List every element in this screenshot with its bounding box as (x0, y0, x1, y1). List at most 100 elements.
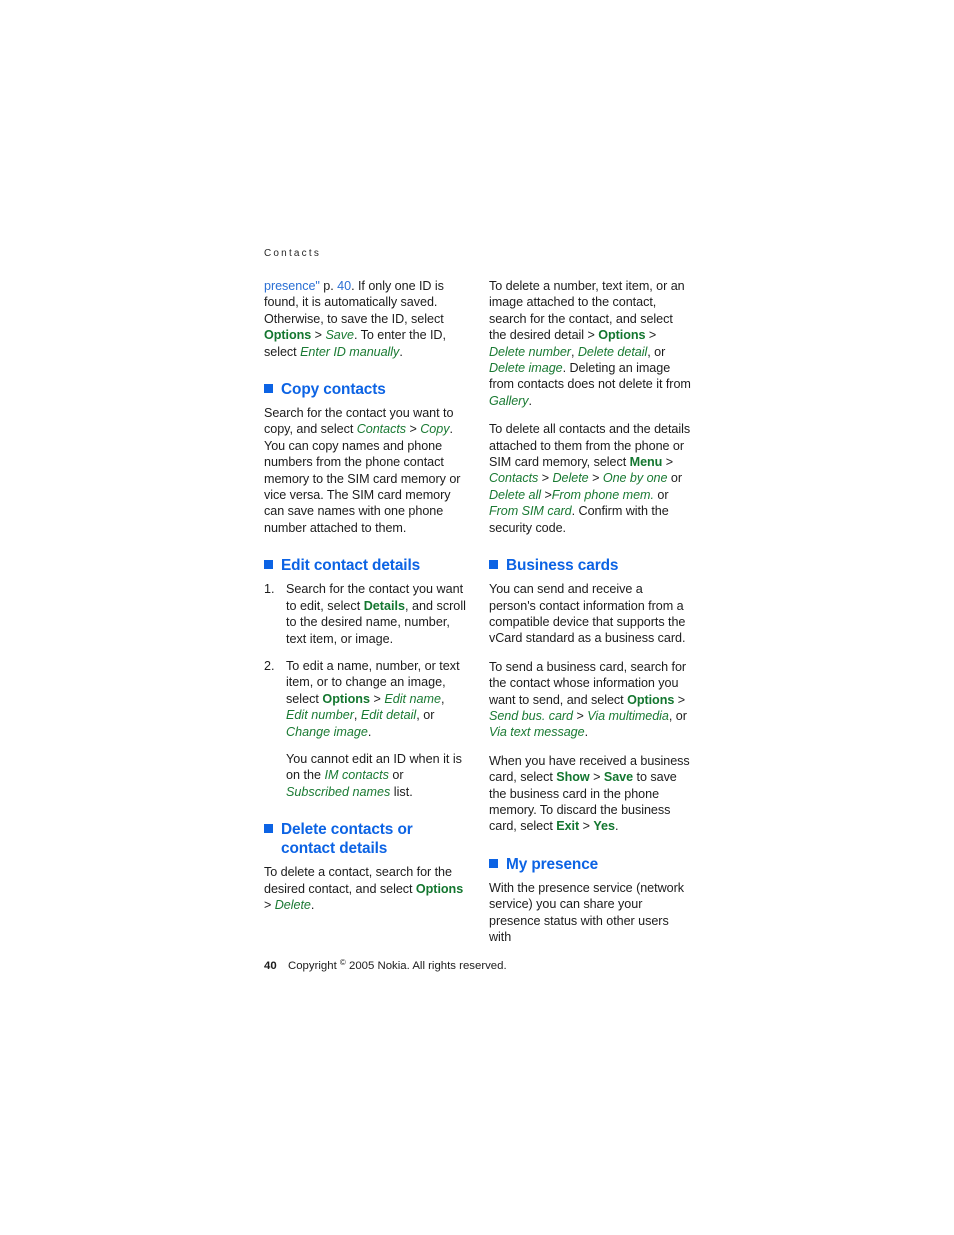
ui-options: Options (627, 692, 675, 707)
square-bullet-icon (489, 858, 498, 868)
square-bullet-icon (264, 384, 273, 394)
ui-change-image: Change image (286, 724, 368, 739)
sep-or-3: , or (668, 708, 687, 723)
ui-exit: Exit (556, 819, 580, 834)
page-number: 40 (264, 960, 277, 972)
heading-copy-contacts-label: Copy contacts (281, 381, 386, 399)
delete-detail-text-end: . (528, 393, 533, 408)
ui-from-sim-card: From SIM card (489, 504, 572, 519)
ui-show: Show (556, 770, 590, 785)
ui-details: Details (363, 598, 406, 613)
heading-edit-contact-details: Edit contact details (264, 556, 467, 575)
copy-text-2: . You can copy names and phone numbers f… (264, 422, 461, 535)
sep-gt-10: > (674, 692, 686, 707)
presence-link[interactable]: presence" (264, 279, 320, 293)
ui-edit-number: Edit number (286, 708, 354, 723)
heading-business-cards-label: Business cards (506, 557, 619, 575)
ui-yes: Yes (593, 819, 615, 834)
page-ref-link[interactable]: 40 (337, 279, 351, 293)
ui-contacts: Contacts (489, 471, 539, 486)
bc-text-end: . (584, 725, 589, 740)
intro-text-end: . (399, 344, 403, 359)
ui-from-phone-mem: From phone mem. (551, 487, 654, 502)
heading-business-cards: Business cards (489, 556, 692, 575)
sep-comma-1: , (441, 691, 445, 706)
delete-all-paragraph: To delete all contacts and the details a… (489, 421, 692, 536)
ui-copy: Copy (420, 422, 450, 437)
ui-menu: Menu (629, 455, 663, 470)
heading-delete-contacts: Delete contacts or contact details (264, 820, 467, 858)
edit-steps-list: Search for the contact you want to edit,… (264, 581, 467, 800)
copyright-suffix: 2005 Nokia. All rights reserved. (345, 960, 507, 972)
ui-delete-detail: Delete detail (577, 344, 648, 359)
delete-contact-paragraph: To delete a contact, search for the desi… (264, 864, 467, 913)
sep-gt-13: > (579, 819, 594, 834)
ui-delete-all: Delete all (489, 487, 542, 502)
step2-note-text-2: or (388, 768, 404, 783)
ui-delete: Delete (274, 897, 311, 912)
list-item: Search for the contact you want to edit,… (264, 581, 467, 647)
heading-edit-contact-details-label: Edit contact details (281, 557, 421, 575)
heading-my-presence: My presence (489, 855, 692, 874)
ui-edit-detail: Edit detail (360, 708, 417, 723)
sep-comma-2: , (353, 708, 361, 723)
sep-gt-6: > (662, 455, 674, 470)
ui-options: Options (264, 328, 312, 343)
ui-im-contacts: IM contacts (324, 768, 389, 783)
business-cards-paragraph-3: When you have received a business card, … (489, 753, 692, 835)
ui-delete-image: Delete image (489, 361, 563, 376)
list-item: To edit a name, number, or text item, or… (264, 658, 467, 800)
step2-note-text-3: list. (390, 784, 413, 799)
sep-gt-1: > (311, 328, 326, 343)
sep-gt-5: > (645, 328, 657, 343)
ui-via-multimedia: Via multimedia (587, 708, 669, 723)
business-cards-paragraph-1: You can send and receive a person's cont… (489, 582, 686, 646)
sep-gt-11: > (573, 708, 588, 723)
ui-contacts: Contacts (356, 422, 407, 437)
ui-via-text-message: Via text message (489, 725, 585, 740)
ui-save: Save (603, 770, 634, 785)
ui-options: Options (322, 691, 370, 706)
sep-gt-2: > (406, 422, 421, 437)
ui-one-by-one: One by one (602, 471, 668, 486)
copy-contacts-paragraph: Search for the contact you want to copy,… (264, 405, 467, 536)
my-presence-paragraph: With the presence service (network servi… (489, 880, 684, 944)
step2-text-end: . (367, 724, 372, 739)
sep-gt-12: > (589, 770, 604, 785)
heading-my-presence-label: My presence (506, 855, 599, 873)
manual-page: Contacts presence" p. 40. If only one ID… (264, 248, 692, 945)
ui-send-bus-card: Send bus. card (489, 708, 574, 723)
ui-options: Options (598, 328, 646, 343)
sep-gt-8: > (588, 471, 603, 486)
copyright-prefix: Copyright (288, 960, 340, 972)
ui-save: Save (325, 328, 354, 343)
bc3-text-end: . (614, 819, 619, 834)
two-column-layout: presence" p. 40. If only one ID is found… (264, 278, 692, 945)
intro-paragraph: presence" p. 40. If only one ID is found… (264, 278, 467, 360)
sep-gt-7: > (538, 471, 553, 486)
delete-detail-paragraph: To delete a number, text item, or an ima… (489, 278, 692, 409)
ui-options: Options (415, 881, 464, 896)
sep-comma-4: , (570, 344, 578, 359)
sep-gt-9: > (541, 487, 552, 502)
ui-enter-id-manually: Enter ID manually (300, 344, 400, 359)
right-column: To delete a number, text item, or an ima… (489, 278, 692, 945)
sep-gt-3: > (369, 691, 385, 706)
ui-delete: Delete (552, 471, 589, 486)
sep-or-2: or (653, 487, 669, 502)
sep-comma-5: , or (647, 344, 666, 359)
business-cards-paragraph-2: To send a business card, search for the … (489, 659, 692, 741)
intro-text-1: p. (319, 279, 338, 293)
sep-comma-3: , or (416, 708, 435, 723)
step2-note-paragraph: You cannot edit an ID when it is on the … (286, 751, 467, 800)
square-bullet-icon (489, 560, 498, 570)
running-head: Contacts (264, 248, 322, 259)
ui-edit-name: Edit name (384, 691, 442, 706)
square-bullet-icon (264, 560, 273, 570)
ui-gallery: Gallery (489, 393, 529, 408)
ui-subscribed-names: Subscribed names (286, 784, 391, 799)
heading-delete-contacts-line1: Delete contacts or (281, 821, 413, 839)
ui-delete-number: Delete number (489, 344, 571, 359)
sep-gt-4: > (264, 897, 275, 912)
delete-text-end: . (310, 897, 315, 912)
